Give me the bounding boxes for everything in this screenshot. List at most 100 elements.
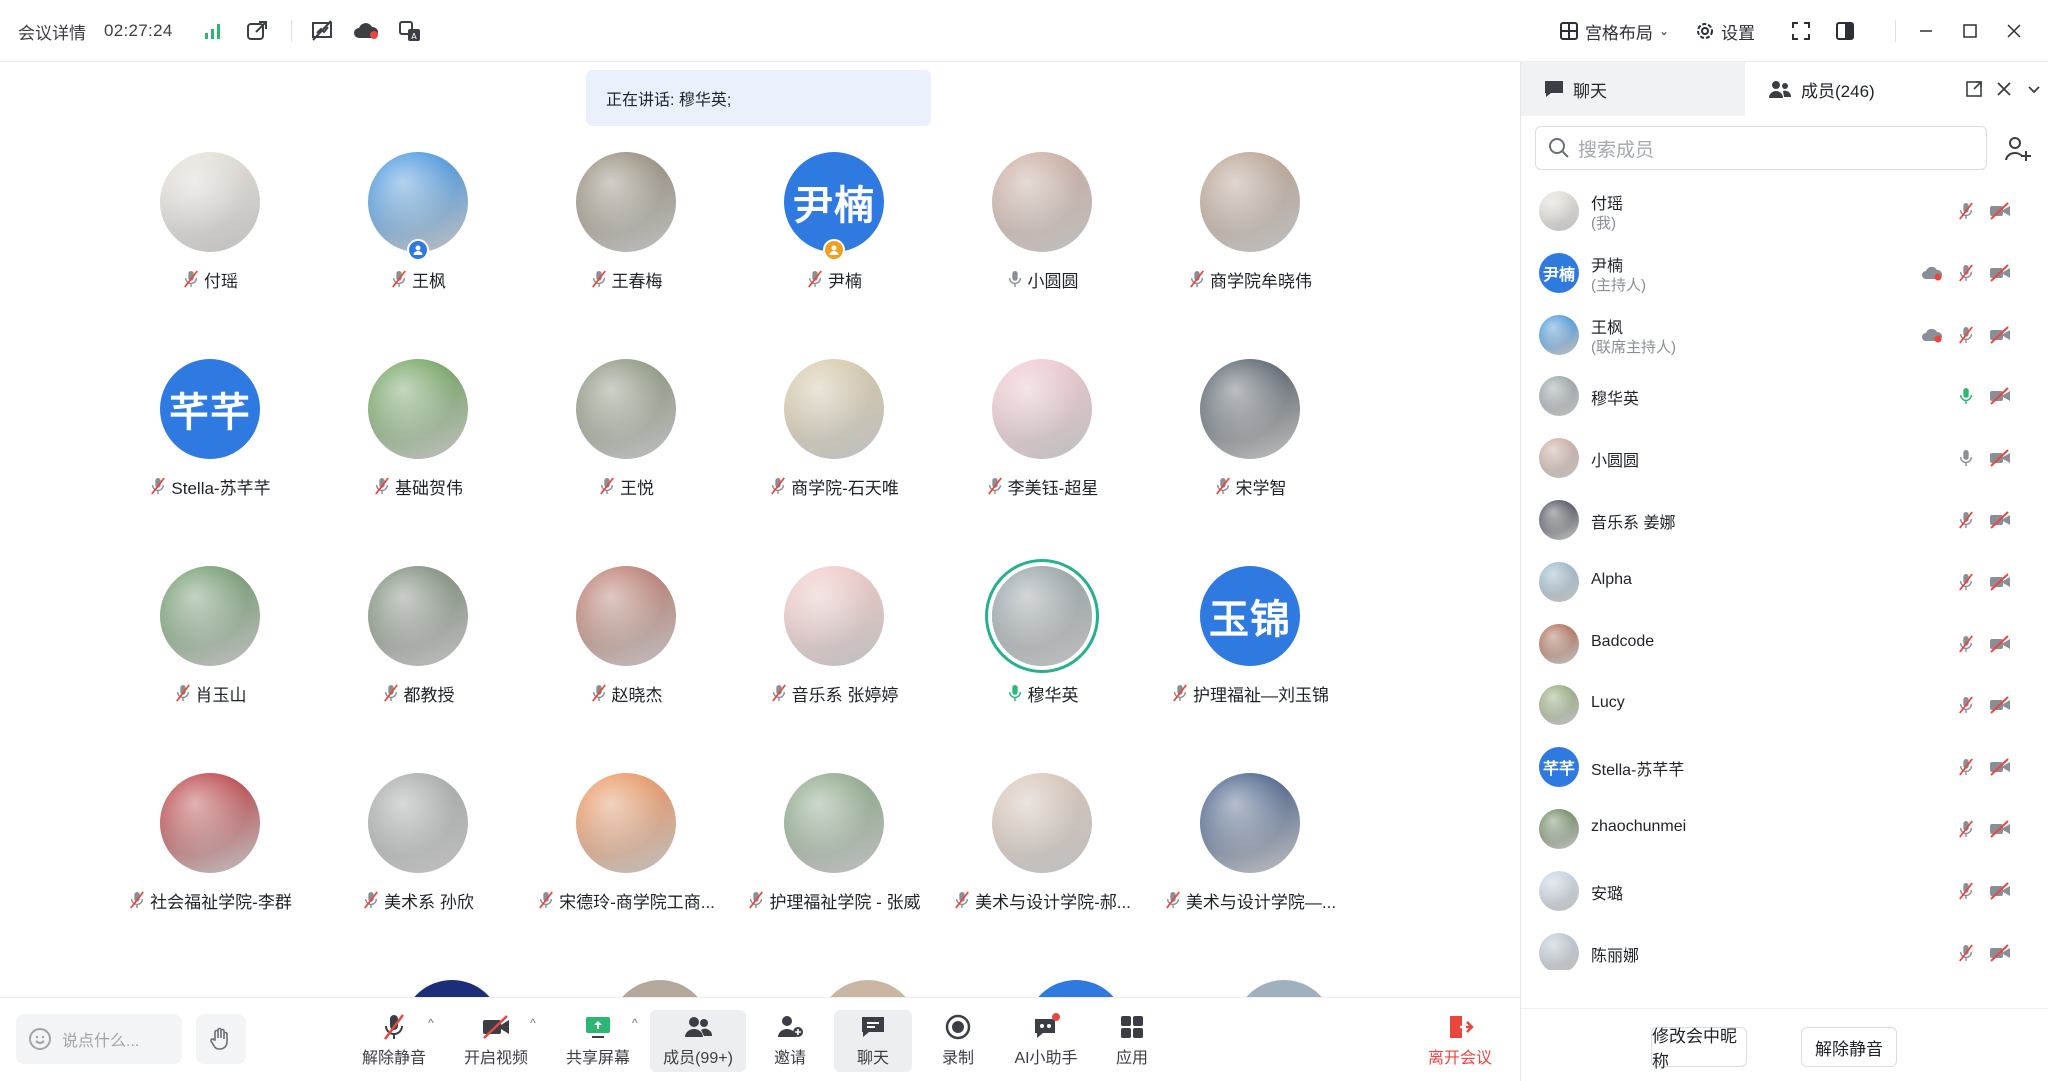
video-options-caret[interactable]: ^ <box>530 1016 536 1030</box>
camera-off-icon[interactable] <box>1989 447 2011 469</box>
mic-muted-icon[interactable] <box>1955 262 1977 284</box>
mic-icon[interactable] <box>1955 447 1977 469</box>
participant-tile[interactable]: 王春梅 <box>526 152 726 352</box>
mic-muted-icon[interactable] <box>1955 818 1977 840</box>
minimize-icon[interactable] <box>1906 11 1946 51</box>
participant-tile[interactable]: 穆华英 <box>942 566 1142 766</box>
member-row[interactable]: 小圆圆 <box>1521 427 2048 489</box>
popout-icon[interactable] <box>1961 76 1987 102</box>
grid-layout-button[interactable]: 宫格布局 ⌄ <box>1559 19 1669 44</box>
camera-off-icon[interactable] <box>1989 509 2011 531</box>
participant-tile[interactable]: 尹楠 尹楠 <box>734 152 934 352</box>
member-row[interactable]: 芊芊 Stella-苏芊芊 <box>1521 736 2048 798</box>
camera-off-icon[interactable] <box>1989 942 2011 964</box>
translate-icon[interactable]: A <box>390 11 430 51</box>
cloud-record-icon[interactable] <box>346 11 386 51</box>
member-search-input[interactable]: 搜索成员 <box>1535 126 1987 170</box>
camera-off-icon[interactable] <box>1989 324 2011 346</box>
chat-button[interactable]: 聊天 <box>834 1010 912 1072</box>
sidebar-toggle-icon[interactable] <box>1825 11 1865 51</box>
member-row[interactable]: zhaochunmei <box>1521 798 2048 860</box>
mic-muted-icon[interactable] <box>1955 324 1977 346</box>
participant-tile[interactable]: 赵晓杰 <box>526 566 726 766</box>
close-icon[interactable] <box>1994 11 2034 51</box>
participant-tile[interactable]: 商学院牟晓伟 <box>1150 152 1350 352</box>
whiteboard-off-icon[interactable] <box>302 11 342 51</box>
ai-assistant-button[interactable]: AI小助手 <box>1008 1010 1084 1072</box>
camera-off-icon[interactable] <box>1989 200 2011 222</box>
settings-button[interactable]: 设置 <box>1695 19 1755 44</box>
camera-off-icon[interactable] <box>1989 571 2011 593</box>
camera-off-icon[interactable] <box>1989 633 2011 655</box>
participant-tile[interactable]: 基础贺伟 <box>318 359 518 559</box>
participant-tile[interactable]: 宋德玲-商学院工商... <box>526 773 726 973</box>
member-row[interactable]: 安璐 <box>1521 860 2048 922</box>
mic-muted-icon[interactable] <box>1955 200 1977 222</box>
member-row[interactable]: 陈丽娜 <box>1521 922 2048 970</box>
camera-off-icon[interactable] <box>1989 694 2011 716</box>
maximize-icon[interactable] <box>1950 11 1990 51</box>
participant-tile[interactable]: 音乐系 张婷婷 <box>734 566 934 766</box>
member-row[interactable]: Alpha <box>1521 551 2048 613</box>
share-screen-button[interactable]: 共享屏幕 <box>564 1010 632 1072</box>
mic-muted-icon[interactable] <box>1955 880 1977 902</box>
apps-button[interactable]: 应用 <box>1104 1010 1160 1072</box>
participant-tile[interactable]: 美术与设计学院-郝... <box>942 773 1142 973</box>
invite-button[interactable]: 邀请 <box>762 1010 818 1072</box>
mic-muted-icon[interactable] <box>1955 694 1977 716</box>
tab-chat[interactable]: 聊天 <box>1521 62 1745 116</box>
share-link-icon[interactable] <box>237 11 277 51</box>
camera-off-icon[interactable] <box>1989 262 2011 284</box>
tab-members[interactable]: 成员(246) <box>1745 62 2048 116</box>
unmute-options-caret[interactable]: ^ <box>428 1016 434 1030</box>
rename-button[interactable]: 修改会中昵称 <box>1651 1027 1747 1071</box>
participant-tile[interactable]: 王枫 <box>318 152 518 352</box>
member-row[interactable]: Lucy <box>1521 674 2048 736</box>
mic-muted-icon[interactable] <box>1955 756 1977 778</box>
camera-off-icon[interactable] <box>1989 880 2011 902</box>
start-video-button[interactable]: 开启视频 <box>462 1010 530 1072</box>
participant-tile[interactable]: 都教授 <box>318 566 518 766</box>
fullscreen-icon[interactable] <box>1781 11 1821 51</box>
mic-muted-icon[interactable] <box>1955 942 1977 964</box>
participant-tile[interactable]: 王悦 <box>526 359 726 559</box>
camera-off-icon[interactable] <box>1989 385 2011 407</box>
mic-muted-icon[interactable] <box>1955 571 1977 593</box>
mic-icon[interactable] <box>1955 385 1977 407</box>
participant-tile[interactable]: 小圆圆 <box>942 152 1142 352</box>
mic-muted-icon[interactable] <box>1955 509 1977 531</box>
share-options-caret[interactable]: ^ <box>632 1016 638 1030</box>
leave-meeting-button[interactable]: 离开会议 <box>1420 1010 1500 1072</box>
signal-icon[interactable] <box>193 11 233 51</box>
meeting-details-link[interactable]: 会议详情 <box>18 19 86 44</box>
participant-tile[interactable]: 芊芊 Stella-苏芊芊 <box>110 359 310 559</box>
participant-tile[interactable]: 美术系 孙欣 <box>318 773 518 973</box>
participant-tile[interactable]: 商学院-石天唯 <box>734 359 934 559</box>
raise-hand-button[interactable] <box>196 1014 246 1064</box>
camera-off-icon[interactable] <box>1989 756 2011 778</box>
add-member-button[interactable] <box>2001 132 2035 166</box>
participant-tile[interactable]: 美术与设计学院—... <box>1150 773 1350 973</box>
members-button[interactable]: 成员(99+) <box>650 1010 746 1072</box>
chevron-down-icon[interactable] <box>2021 76 2047 102</box>
member-row[interactable]: 尹楠 尹楠 (主持人) <box>1521 242 2048 304</box>
member-row[interactable]: Badcode <box>1521 613 2048 675</box>
participant-tile[interactable]: 玉锦 护理福祉—刘玉锦 <box>1150 566 1350 766</box>
unmute-button[interactable]: 解除静音 <box>362 1010 426 1072</box>
chat-quick-input[interactable]: 说点什么... <box>16 1014 182 1064</box>
record-button[interactable]: 录制 <box>930 1010 986 1072</box>
member-row[interactable]: 王枫 (联席主持人) <box>1521 304 2048 366</box>
participant-tile[interactable]: 社会福祉学院-李群 <box>110 773 310 973</box>
member-row[interactable]: 付瑶 (我) <box>1521 180 2048 242</box>
participant-tile[interactable]: 肖玉山 <box>110 566 310 766</box>
unmute-member-button[interactable]: 解除静音 <box>1801 1027 1897 1067</box>
participant-tile[interactable]: 付瑶 <box>110 152 310 352</box>
camera-off-icon[interactable] <box>1989 818 2011 840</box>
participant-tile[interactable]: 李美钰-超星 <box>942 359 1142 559</box>
close-panel-icon[interactable] <box>1991 76 2017 102</box>
mic-muted-icon[interactable] <box>1955 633 1977 655</box>
member-row[interactable]: 音乐系 姜娜 <box>1521 489 2048 551</box>
participant-tile[interactable]: 宋学智 <box>1150 359 1350 559</box>
member-row[interactable]: 穆华英 <box>1521 365 2048 427</box>
participant-tile[interactable]: 护理福祉学院 - 张威 <box>734 773 934 973</box>
